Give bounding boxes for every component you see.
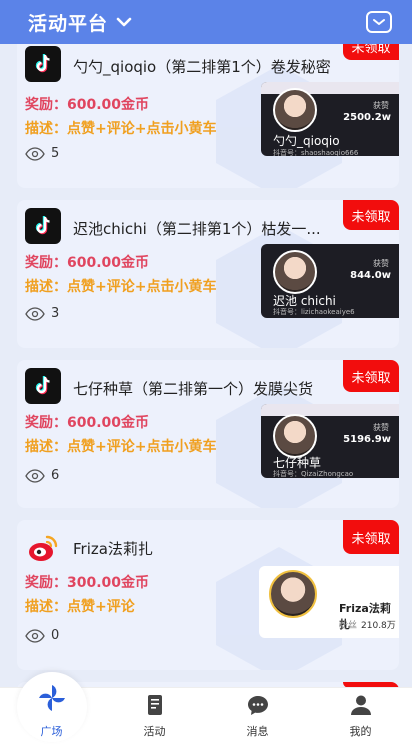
reward-text: 奖励：600.00金币 — [25, 415, 150, 431]
nav-label: 广场 — [40, 725, 63, 738]
status-badge: 未领取 — [343, 200, 399, 230]
creator-account: 抖音号：QizaiZhongcao — [273, 470, 354, 478]
nav-label: 活动 — [143, 725, 166, 738]
task-title: 七仔种草（第二排第一个）发膜尖货 — [73, 380, 314, 398]
task-title: Friza法莉扎 — [73, 540, 153, 558]
page-title: 活动平台 — [28, 12, 109, 35]
description-text: 描述：点赞+评论+点击小黄车 — [25, 439, 217, 455]
document-icon — [147, 695, 162, 715]
preview-thumbnail[interactable]: Friza法莉扎 粉丝 210.8万 — [259, 566, 399, 638]
user-icon — [350, 695, 371, 715]
chat-icon — [247, 696, 268, 715]
nav-label: 消息 — [246, 725, 269, 738]
task-card[interactable]: 未领取 七仔种草（第二排第一个）发膜尖货 奖励：600.00金币 描述：点赞+评… — [17, 360, 399, 508]
header-bar: 活动平台 — [0, 0, 412, 44]
eye-icon — [25, 146, 45, 161]
reward-text: 奖励：600.00金币 — [25, 97, 150, 113]
view-count-value: 3 — [51, 306, 60, 321]
likes-label: 获赞 — [373, 423, 389, 432]
task-list[interactable]: 未领取 勺勺_qioqio（第二排第1个）卷发秘密 奖励：600.00金币 描述… — [0, 0, 412, 749]
likes-value: 2500.2w — [343, 112, 391, 123]
eye-icon — [25, 628, 45, 643]
view-count: 5 — [25, 146, 59, 161]
preview-thumbnail[interactable]: 获赞 5196.9w 七仔种草 抖音号：QizaiZhongcao — [261, 404, 399, 478]
likes-label: 获赞 — [373, 259, 389, 268]
nav-item-messages[interactable]: 消息 — [206, 688, 309, 749]
reward-text: 奖励：300.00金币 — [25, 575, 150, 591]
task-card[interactable]: 未领取 迟池chichi（第二排第1个）枯发一... 奖励：600.00金币 描… — [17, 200, 399, 348]
view-count: 0 — [25, 628, 59, 643]
task-card[interactable]: 未领取 勺勺_qioqio（第二排第1个）卷发秘密 奖励：600.00金币 描述… — [17, 32, 399, 188]
status-badge: 未领取 — [343, 360, 399, 392]
description-text: 描述：点赞+评论+点击小黄车 — [25, 279, 217, 295]
avatar — [273, 414, 317, 458]
task-card[interactable]: 未领取 Friza法莉扎 奖励：300.00金币 描述：点赞+评论 0 Friz… — [17, 520, 399, 670]
description-text: 描述：点赞+评论+点击小黄车 — [25, 121, 217, 137]
eye-icon — [25, 468, 45, 483]
platform-switcher[interactable]: 活动平台 — [28, 9, 132, 36]
reward-text: 奖励：600.00金币 — [25, 255, 150, 271]
fans-label: 粉丝 — [339, 621, 358, 631]
nav-label: 我的 — [349, 725, 372, 738]
creator-account: 抖音号：lizichaokeaiye6 — [273, 308, 355, 316]
tiktok-logo-icon — [25, 46, 61, 82]
likes-value: 5196.9w — [343, 434, 391, 445]
avatar — [273, 250, 317, 294]
weibo-logo-icon — [25, 530, 61, 566]
avatar — [273, 88, 317, 132]
nav-item-plaza[interactable]: 广场 — [0, 672, 103, 749]
nav-item-profile[interactable]: 我的 — [309, 688, 412, 749]
pinwheel-icon — [38, 685, 65, 711]
view-count: 3 — [25, 306, 59, 321]
view-count-value: 0 — [51, 628, 60, 643]
status-badge: 未领取 — [343, 520, 399, 554]
likes-value: 844.0w — [350, 270, 391, 281]
preview-thumbnail[interactable]: 获赞 2500.2w 勺勺_qioqio 抖音号：shaoshaoqio666 — [261, 82, 399, 156]
thumbnail-header — [261, 404, 399, 416]
view-count-value: 5 — [51, 146, 60, 161]
preview-thumbnail[interactable]: 获赞 844.0w 迟池 chichi 抖音号：lizichaokeaiye6 — [261, 244, 399, 318]
creator-account: 抖音号：shaoshaoqio666 — [273, 149, 359, 156]
expand-menu-button[interactable] — [366, 11, 392, 33]
view-count-value: 6 — [51, 468, 60, 483]
task-title: 勺勺_qioqio（第二排第1个）卷发秘密 — [73, 58, 331, 76]
nav-item-activity[interactable]: 活动 — [103, 688, 206, 749]
eye-icon — [25, 306, 45, 321]
fans-count: 粉丝 210.8万 — [339, 618, 396, 631]
task-title: 迟池chichi（第二排第1个）枯发一... — [73, 220, 321, 238]
bottom-nav: 广场 活动 消息 我的 — [0, 672, 412, 749]
view-count: 6 — [25, 468, 59, 483]
avatar — [269, 570, 317, 618]
chevron-down-icon — [373, 19, 385, 25]
description-text: 描述：点赞+评论 — [25, 599, 135, 615]
chevron-down-icon — [116, 17, 132, 27]
likes-label: 获赞 — [373, 101, 389, 110]
creator-name: 勺勺_qioqio — [273, 134, 340, 148]
tiktok-logo-icon — [25, 208, 61, 244]
tiktok-logo-icon — [25, 368, 61, 404]
fans-value: 210.8万 — [361, 621, 396, 631]
